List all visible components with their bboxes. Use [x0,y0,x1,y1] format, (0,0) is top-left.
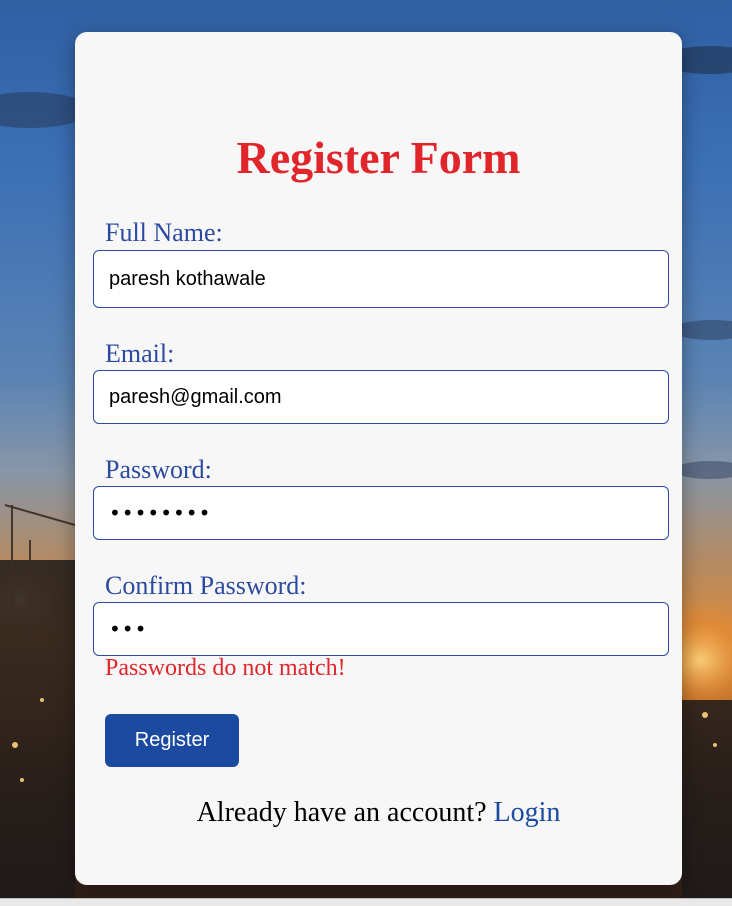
login-prompt: Already have an account? Login [75,796,682,830]
login-prompt-text: Already have an account? [196,797,494,828]
password-mismatch-error: Passwords do not match! [105,655,346,681]
register-card: Register Form Full Name: Email: Password… [75,32,682,885]
email-label: Email: [105,339,175,368]
email-input[interactable] [93,370,669,424]
password-label: Password: [105,455,212,484]
full-name-label: Full Name: [105,218,223,247]
page-bottom-edge [0,898,732,906]
full-name-input[interactable] [93,250,669,308]
confirm-password-label: Confirm Password: [105,571,307,600]
confirm-password-input[interactable] [93,602,669,656]
login-link[interactable]: Login [494,797,561,828]
register-button[interactable]: Register [105,714,239,767]
form-title: Register Form [236,132,521,183]
password-input[interactable] [93,486,669,540]
